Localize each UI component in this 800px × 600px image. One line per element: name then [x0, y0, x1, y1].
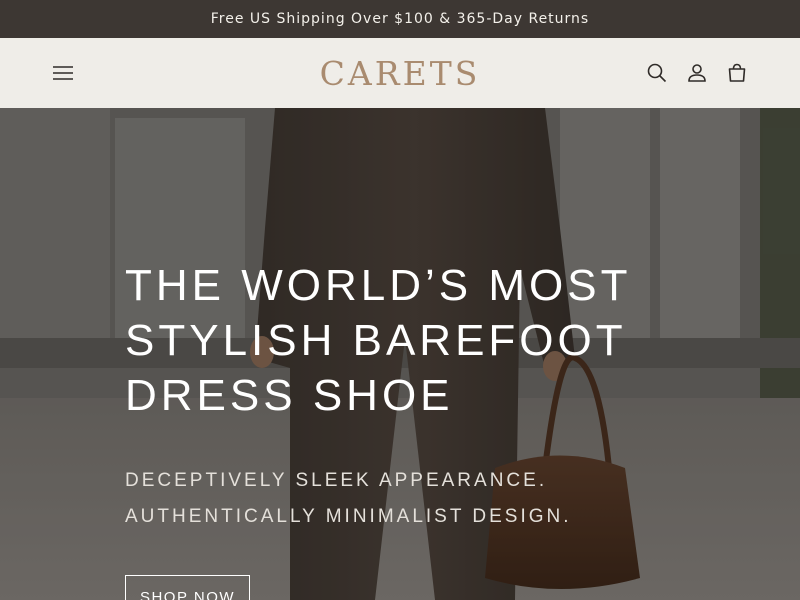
hero-banner: THE WORLD’S MOST STYLISH BAREFOOT DRESS …: [0, 108, 800, 600]
announcement-bar: Free US Shipping Over $100 & 365-Day Ret…: [0, 0, 800, 38]
shop-now-button[interactable]: SHOP NOW: [125, 575, 250, 600]
hero-title-line: DRESS SHOE: [125, 371, 454, 420]
account-icon[interactable]: [685, 61, 709, 85]
hero-subtitle: DECEPTIVELY SLEEK APPEARANCE. AUTHENTICA…: [125, 463, 685, 535]
menu-icon[interactable]: [50, 61, 76, 85]
logo-container: CARETS: [0, 38, 800, 108]
hero-subtitle-line: DECEPTIVELY SLEEK APPEARANCE.: [125, 470, 548, 491]
hero-subtitle-line: AUTHENTICALLY MINIMALIST DESIGN.: [125, 506, 572, 527]
site-header: CARETS: [0, 38, 800, 108]
hero-title: THE WORLD’S MOST STYLISH BAREFOOT DRESS …: [125, 258, 685, 423]
announcement-text: Free US Shipping Over $100 & 365-Day Ret…: [210, 11, 590, 27]
logo[interactable]: CARETS: [320, 54, 481, 93]
cart-icon[interactable]: [725, 61, 749, 85]
search-icon[interactable]: [645, 61, 669, 85]
hero-title-line: THE WORLD’S MOST: [125, 261, 632, 310]
hero-title-line: STYLISH BAREFOOT: [125, 316, 627, 365]
